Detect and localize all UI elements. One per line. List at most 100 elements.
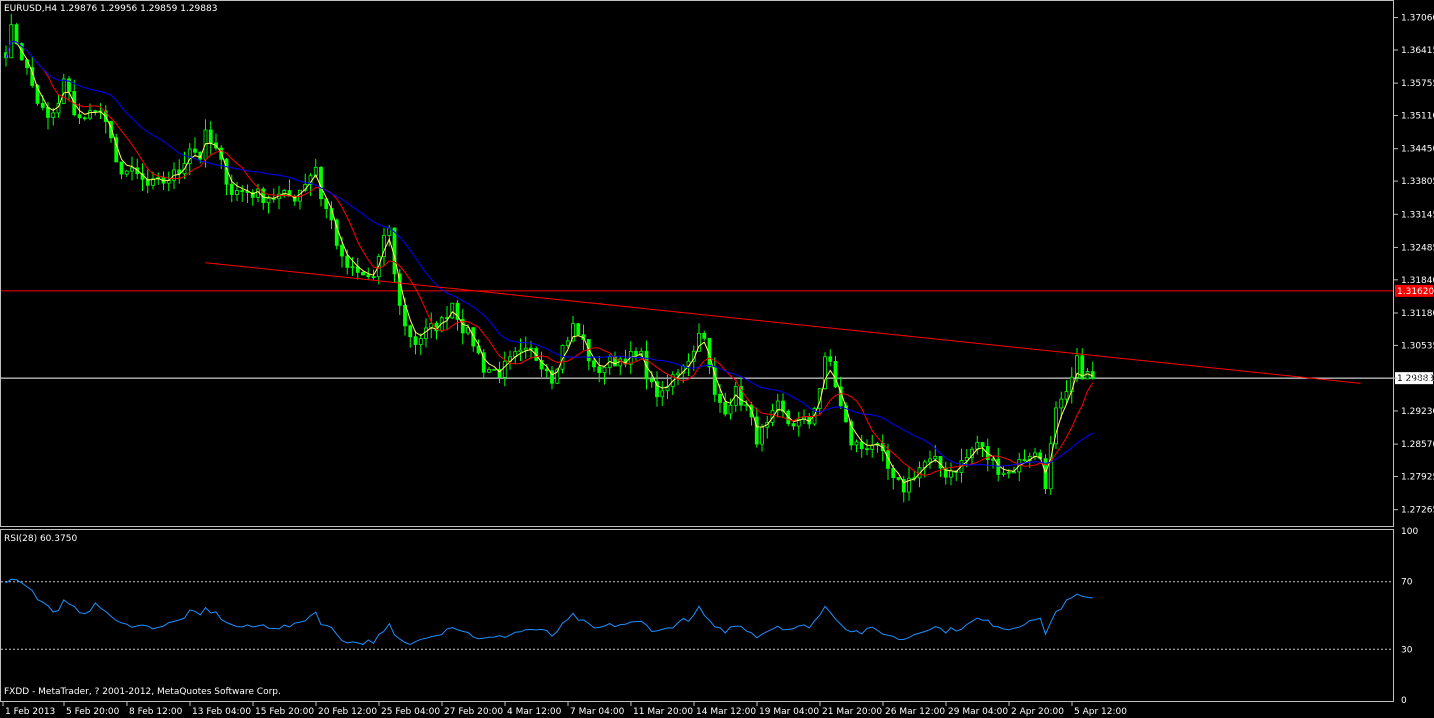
candle-body: [859, 441, 864, 450]
trendline-layer: [205, 262, 1361, 384]
candle-body: [124, 170, 129, 175]
candle-body: [854, 441, 859, 446]
price-tick-label: 1.32485: [1401, 243, 1434, 253]
slow-ma-line: [5, 40, 1094, 467]
candle-body: [1090, 371, 1095, 379]
time-tick-label: 8 Feb 12:00: [129, 707, 183, 717]
candle-body: [760, 426, 764, 445]
candle-body: [82, 117, 87, 120]
candle-body: [754, 416, 759, 445]
candle-body: [413, 336, 418, 345]
candle-body: [392, 227, 397, 275]
price-tick-label: 1.34450: [1401, 145, 1434, 155]
candle-body: [40, 102, 45, 108]
candle-body: [371, 276, 376, 278]
candle-body: [702, 332, 707, 339]
candle-body: [602, 366, 607, 374]
candle-body: [418, 338, 423, 345]
price-tick-label: 1.37060: [1401, 14, 1434, 24]
price-tick-label: 1.35755: [1401, 79, 1434, 89]
candle-body: [208, 129, 213, 144]
symbol-header: EURUSD,H4 1.29876 1.29956 1.29859 1.2988…: [4, 4, 218, 14]
candle-body: [791, 423, 796, 427]
candle-body: [1059, 398, 1064, 409]
fast-ma-line: [5, 40, 1093, 484]
candle-body: [340, 244, 344, 257]
time-tick-label: 4 Mar 12:00: [507, 707, 562, 717]
candle-body: [865, 448, 869, 451]
time-tick-label: 21 Mar 20:00: [822, 707, 882, 717]
candle-body: [266, 197, 271, 204]
rsi-line: [5, 578, 1093, 646]
price-axis: 1.37060 1.36415 1.35755 1.35110 1.34450 1.338…: [1393, 14, 1434, 516]
candle-body: [240, 190, 245, 192]
candle-body: [1064, 391, 1069, 400]
candle-body: [728, 404, 733, 415]
candle-body: [896, 477, 901, 480]
candle-body: [565, 340, 570, 346]
time-tick-label: 19 Mar 04:00: [759, 707, 819, 717]
candle-body: [597, 366, 602, 374]
price-chart-panel[interactable]: 1.31620 1.29883 1.37060 1.36415 1.35755 1.35…: [0, 0, 1434, 718]
price-tick-label: 1.36415: [1401, 46, 1434, 56]
candle-body: [529, 347, 533, 350]
copyright-footer: FXDD - MetaTrader, ? 2001-2012, MetaQuot…: [4, 687, 281, 697]
candle-body: [1001, 472, 1006, 475]
price-tick-label: 1.31180: [1401, 309, 1434, 319]
time-tick-label: 26 Mar 12:00: [885, 707, 945, 717]
moving-averages: [5, 40, 1094, 484]
candle-body: [130, 167, 134, 172]
time-tick-label: 1 Feb 2013: [5, 707, 55, 717]
candle-body: [938, 456, 943, 469]
candle-body: [408, 325, 413, 338]
candle-body: [1022, 459, 1027, 462]
horizontal-levels: 1.31620 1.29883: [1, 284, 1434, 385]
price-tick-label: 1.29230: [1401, 407, 1434, 417]
candle-body: [487, 369, 491, 373]
candle-body: [996, 458, 1001, 475]
price-tick-label: 1.33805: [1401, 177, 1434, 187]
candle-body: [14, 24, 19, 45]
price-tick-label: 1.35110: [1401, 112, 1434, 122]
candle-body: [991, 458, 995, 461]
candle-body: [518, 349, 523, 353]
candle-body: [592, 360, 596, 368]
candle-body: [1085, 371, 1090, 380]
candle-body: [949, 470, 953, 478]
time-tick-label: 7 Mar 04:00: [570, 707, 625, 717]
candle-body: [649, 378, 654, 383]
candle-body: [119, 161, 124, 175]
price-tick-label: 1.30535: [1401, 341, 1434, 351]
mid-ma-line: [5, 40, 1094, 476]
candle-body: [523, 347, 528, 351]
price-tick-label: 1.27265: [1401, 506, 1434, 516]
candle-body: [928, 458, 932, 463]
time-tick-label: 20 Feb 12:00: [318, 707, 377, 717]
candle-body: [1012, 471, 1016, 474]
candle-body: [51, 112, 56, 118]
rsi-layer: 100 70 30 0: [1, 527, 1418, 706]
candle-body: [676, 372, 680, 376]
candle-body: [77, 114, 82, 119]
time-tick-label: 14 Mar 12:00: [696, 707, 756, 717]
rsi-panel-frame: [0, 529, 1394, 702]
resistance-price-label: 1.31620: [1397, 287, 1434, 297]
time-tick-label: 27 Feb 20:00: [444, 707, 503, 717]
candle-body: [870, 444, 875, 450]
time-tick-label: 11 Mar 20:00: [633, 707, 693, 717]
candle-body: [744, 404, 749, 407]
candle-body: [828, 356, 833, 362]
candle-body: [576, 323, 581, 336]
time-tick-label: 5 Apr 12:00: [1074, 707, 1127, 717]
candle-body: [424, 327, 428, 340]
descending-trendline[interactable]: [205, 262, 1361, 384]
time-tick-label: 15 Feb 20:00: [255, 707, 314, 717]
candle-body: [544, 368, 549, 372]
candle-body: [1048, 443, 1053, 490]
candle-body: [235, 190, 239, 195]
candle-body: [450, 302, 455, 319]
time-tick-label: 29 Mar 04:00: [948, 707, 1008, 717]
candle-body: [980, 442, 985, 447]
price-tick-label: 1.33145: [1401, 210, 1434, 220]
candle-body: [366, 274, 371, 277]
